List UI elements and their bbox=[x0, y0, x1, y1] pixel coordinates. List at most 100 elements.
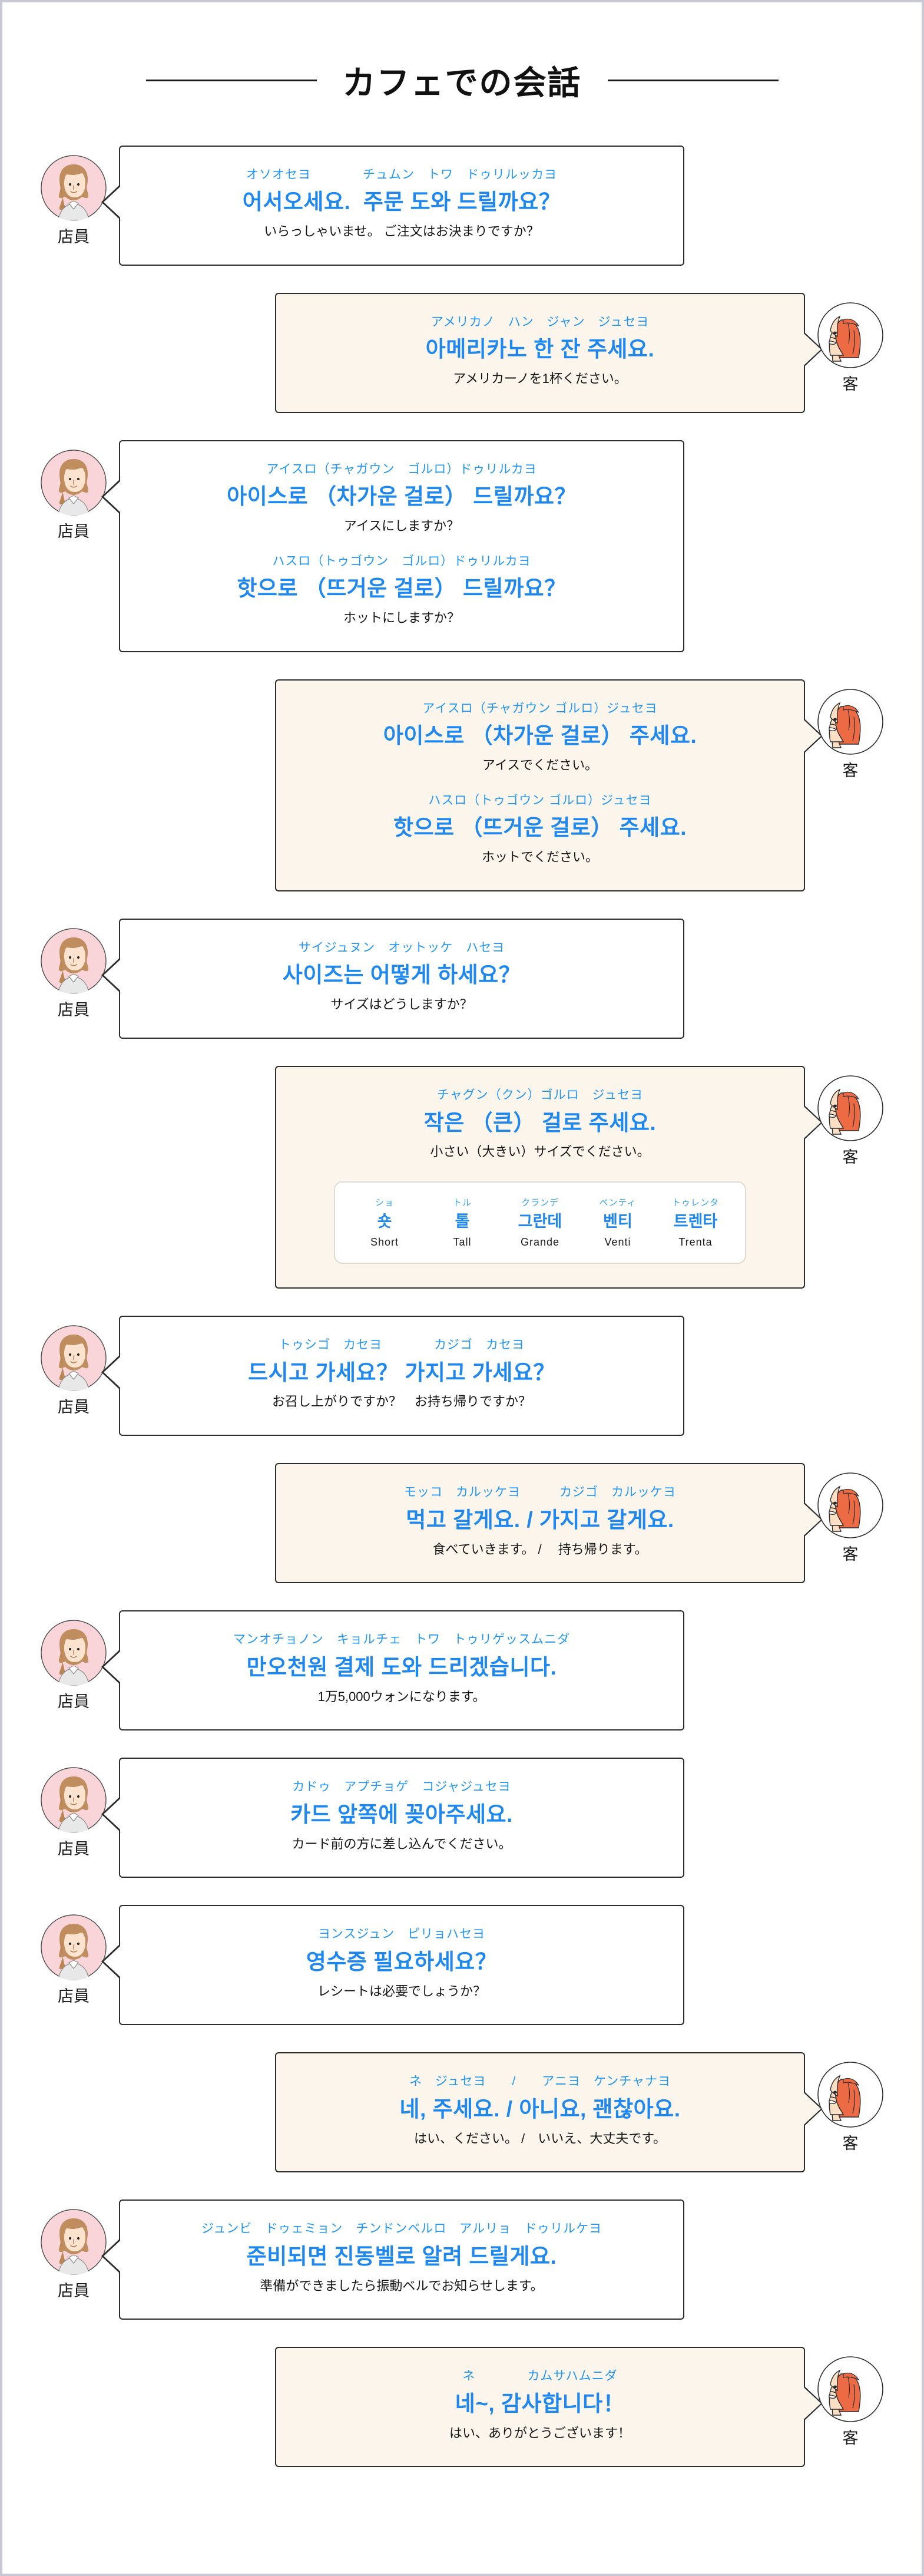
speaker-label: 店員 bbox=[58, 523, 90, 541]
conversation-turn: ネ カムサハムニダ 네~, 감사합니다！ はい、ありがとうございます！ 客 bbox=[29, 2347, 895, 2468]
speech-bubble: オソオセヨ チュムン トワ ドゥリルッカヨ 어서오세요. 주문 도와 드릴까요？ い… bbox=[101, 146, 684, 266]
conversation-turn: 店員 ジュンビ ドゥェミョン チンドンベルロ アルリョ ドゥリルケヨ 준비되면 진동… bbox=[29, 2199, 895, 2320]
korean-phrase: 네~, 감사합니다！ bbox=[455, 2391, 625, 2416]
speech-bubble: サイジュヌン オットッケ ハセヨ 사이즈는 어떻게 하세요？ サイズはどうしますか？ bbox=[101, 919, 684, 1039]
size-korean: 톨 bbox=[455, 1213, 470, 1231]
speech-bubble-wrap: オソオセヨ チュムン トワ ドゥリルッカヨ 어서오세요. 주문 도와 드릴까요？ い… bbox=[101, 146, 684, 266]
japanese-translation: ホットにしますか？ bbox=[343, 610, 460, 626]
conversation-turn: ネ ジュセヨ / アニヨ ケンチャナヨ 네, 주세요. / 아니요, 괜찮아요. は… bbox=[29, 2052, 895, 2173]
size-kana-reading: トル bbox=[452, 1198, 472, 1208]
size-option[interactable]: トゥレンタ 트렌타 Trenta bbox=[657, 1198, 734, 1249]
kana-reading: ネ ジュセヨ / アニヨ ケンチャナヨ bbox=[409, 2075, 671, 2089]
staff-avatar-icon bbox=[41, 155, 107, 221]
speaker-label: 客 bbox=[842, 1545, 859, 1564]
japanese-translation: お召し上がりですか？ お持ち帰りですか？ bbox=[271, 1394, 531, 1409]
staff-avatar-icon bbox=[41, 1325, 107, 1392]
size-kana-reading: ベンティ bbox=[599, 1198, 637, 1208]
kana-reading: ハスロ（トゥゴウン ゴルロ）ドゥリルカヨ bbox=[272, 554, 531, 569]
phrase-block: ヨンスジュン ピリョハセヨ 영수증 필요하세요？ レシートは必要でしょうか？ bbox=[144, 1926, 660, 2000]
speech-bubble-wrap: チャグン（クン）ゴルロ ジュセヨ 작은 （큰） 걸로 주세요. 小さい（大きい）サイ… bbox=[275, 1066, 823, 1289]
speech-bubble-wrap: マンオチョノン キョルチェ トワ トゥリゲッスムニダ 만오천원 결제 도와 드리겠… bbox=[101, 1610, 684, 1731]
speech-bubble-tail-icon bbox=[101, 1649, 121, 1685]
size-english: Short bbox=[370, 1236, 399, 1248]
phrase-block: オソオセヨ チュムン トワ ドゥリルッカヨ 어서오세요. 주문 도와 드릴까요？ い… bbox=[144, 167, 660, 241]
size-option[interactable]: ベンティ 벤티 Venti bbox=[579, 1198, 657, 1249]
japanese-translation: アイスでください。 bbox=[482, 758, 598, 773]
size-english: Venti bbox=[604, 1236, 631, 1248]
kana-reading: アイスロ（チャガウン ゴルロ）ドゥリルカヨ bbox=[266, 463, 537, 477]
kana-reading: ヨンスジュン ピリョハセヨ bbox=[317, 1927, 486, 1941]
speech-bubble-tail-icon bbox=[101, 2238, 121, 2274]
staff-avatar-icon bbox=[41, 450, 107, 516]
speech-bubble-wrap: ネ ジュセヨ / アニヨ ケンチャナヨ 네, 주세요. / 아니요, 괜찮아요. は… bbox=[275, 2052, 823, 2173]
kana-reading: オソオセヨ チュムン トワ ドゥリルッカヨ bbox=[246, 168, 557, 181]
speaker-label: 店員 bbox=[58, 1398, 90, 1416]
phrase-block: アイスロ（チャガウン ゴルロ）ジュセヨ 아이스로 （차가운 걸로） 주세요. アイス… bbox=[300, 701, 780, 775]
speech-bubble-tail-icon bbox=[101, 1944, 121, 1980]
staff-avatar-icon bbox=[41, 2209, 107, 2276]
size-option[interactable]: ショ 숏 Short bbox=[346, 1198, 423, 1249]
speaker-label: 客 bbox=[842, 762, 859, 780]
size-korean: 숏 bbox=[377, 1213, 392, 1231]
phrase-block: サイジュヌン オットッケ ハセヨ 사이즈는 어떻게 하세요？ サイズはどうしますか？ bbox=[144, 940, 660, 1014]
japanese-translation: サイズはどうしますか？ bbox=[330, 997, 473, 1012]
conversation-list: 店員 オソオセヨ チュムン トワ ドゥリルッカヨ 어서오세요. 주문 도와 드릴까요… bbox=[2, 146, 922, 2529]
phrase-block: ハスロ（トゥゴウン ゴルロ）ドゥリルカヨ 핫으로 （뜨거운 걸로） 드릴까요？ ホッ… bbox=[144, 553, 660, 628]
speaker-customer: 客 bbox=[806, 1066, 895, 1165]
japanese-translation: 1万5,000ウォンになります。 bbox=[317, 1689, 486, 1704]
phrase-block: ジュンビ ドゥェミョン チンドンベルロ アルリョ ドゥリルケヨ 준비되면 진동벨로… bbox=[144, 2221, 660, 2295]
speech-bubble: カドゥ アプチョゲ コジャジュセヨ 카드 앞쪽에 꽂아주세요. カード前の方に差し込… bbox=[101, 1758, 684, 1878]
kana-reading: チャグン（クン）ゴルロ ジュセヨ bbox=[436, 1088, 644, 1102]
phrase-block: ネ カムサハムニダ 네~, 감사합니다！ はい、ありがとうございます！ bbox=[300, 2368, 780, 2442]
speech-bubble: チャグン（クン）ゴルロ ジュセヨ 작은 （큰） 걸로 주세요. 小さい（大きい）サイ… bbox=[275, 1066, 823, 1289]
korean-phrase: 카드 앞쪽에 꽂아주세요. bbox=[290, 1802, 513, 1827]
speech-bubble: ジュンビ ドゥェミョン チンドンベルロ アルリョ ドゥリルケヨ 준비되면 진동벨로… bbox=[101, 2199, 684, 2320]
kana-reading: ネ カムサハムニダ bbox=[462, 2369, 618, 2383]
phrase-block: アイスロ（チャガウン ゴルロ）ドゥリルカヨ 아이스로 （차가운 걸로） 드릴까요？… bbox=[144, 461, 660, 536]
conversation-turn: 店員 カドゥ アプチョゲ コジャジュセヨ 카드 앞쪽에 꽂아주세요. カード前の方に差… bbox=[29, 1758, 895, 1878]
decorative-line-left bbox=[145, 80, 317, 81]
decorative-line-right bbox=[607, 80, 779, 81]
conversation-turn: アイスロ（チャガウン ゴルロ）ジュセヨ 아이스로 （차가운 걸로） 주세요. アイス… bbox=[29, 679, 895, 892]
kana-reading: アメリカノ ハン ジャン ジュセヨ bbox=[430, 315, 650, 329]
phrase-block: トゥシゴ カセヨ カジゴ カセヨ 드시고 가세요？ 가지고 가세요？ お召し上がりで… bbox=[144, 1337, 660, 1411]
korean-phrase: 드시고 가세요？ 가지고 가세요？ bbox=[248, 1360, 555, 1385]
kana-reading: サイジュヌン オットッケ ハセヨ bbox=[298, 941, 505, 955]
speech-bubble: アメリカノ ハン ジャン ジュセヨ 아메리카노 한 잔 주세요. アメリカーノを1杯… bbox=[275, 293, 823, 414]
speech-bubble-tail-icon bbox=[101, 479, 121, 515]
conversation-turn: 店員 トゥシゴ カセヨ カジゴ カセヨ 드시고 가세요？ 가지고 가세요？ お召し上が… bbox=[29, 1316, 895, 1436]
speaker-label: 店員 bbox=[58, 1987, 90, 2006]
speaker-label: 客 bbox=[842, 2135, 859, 2153]
kana-reading: カドゥ アプチョゲ コジャジュセヨ bbox=[292, 1780, 511, 1794]
staff-avatar-icon bbox=[41, 1620, 107, 1686]
speaker-label: 客 bbox=[842, 375, 859, 394]
phrase-block: マンオチョノン キョルチェ トワ トゥリゲッスムニダ 만오천원 결제 도와 드리겠… bbox=[144, 1632, 660, 1706]
speaker-label: 客 bbox=[842, 1148, 859, 1167]
speech-bubble-wrap: アイスロ（チャガウン ゴルロ）ジュセヨ 아이스로 （차가운 걸로） 주세요. アイス… bbox=[275, 679, 823, 892]
staff-avatar-icon bbox=[41, 1914, 107, 1981]
korean-phrase: 핫으로 （뜨거운 걸로） 주세요. bbox=[393, 815, 687, 840]
korean-phrase: 아메리카노 한 잔 주세요. bbox=[425, 337, 655, 362]
size-english: Grande bbox=[520, 1236, 560, 1248]
speaker-label: 店員 bbox=[58, 1001, 90, 1019]
size-option[interactable]: クランデ 그란데 Grande bbox=[501, 1198, 579, 1249]
customer-avatar-icon bbox=[817, 2062, 883, 2128]
japanese-translation: 小さい（大きい）サイズでください。 bbox=[430, 1144, 650, 1160]
japanese-translation: 食べていきます。 / 持ち帰ります。 bbox=[432, 1541, 648, 1557]
conversation-turn: チャグン（クン）ゴルロ ジュセヨ 작은 （큰） 걸로 주세요. 小さい（大きい）サイ… bbox=[29, 1066, 895, 1289]
speaker-customer: 客 bbox=[806, 2347, 895, 2446]
korean-phrase: 준비되면 진동벨로 알려 드릴게요. bbox=[246, 2244, 557, 2268]
size-option[interactable]: トル 톨 Tall bbox=[423, 1198, 501, 1249]
customer-avatar-icon bbox=[817, 689, 883, 755]
size-korean: 그란데 bbox=[518, 1213, 562, 1231]
speaker-label: 店員 bbox=[58, 1693, 90, 1711]
japanese-translation: レシートは必要でしょうか？ bbox=[317, 1983, 486, 1999]
customer-avatar-icon bbox=[817, 1472, 883, 1539]
size-korean: 트렌타 bbox=[673, 1213, 718, 1231]
size-kana-reading: トゥレンタ bbox=[671, 1198, 719, 1208]
speech-bubble-wrap: トゥシゴ カセヨ カジゴ カセヨ 드시고 가세요？ 가지고 가세요？ お召し上がりで… bbox=[101, 1316, 684, 1436]
speech-bubble-wrap: ネ カムサハムニダ 네~, 감사합니다！ はい、ありがとうございます！ bbox=[275, 2347, 823, 2468]
size-kana-reading: クランデ bbox=[521, 1198, 559, 1208]
speaker-label: 客 bbox=[842, 2429, 859, 2448]
phrase-block: ネ ジュセヨ / アニヨ ケンチャナヨ 네, 주세요. / 아니요, 괜찮아요. は… bbox=[300, 2073, 780, 2148]
